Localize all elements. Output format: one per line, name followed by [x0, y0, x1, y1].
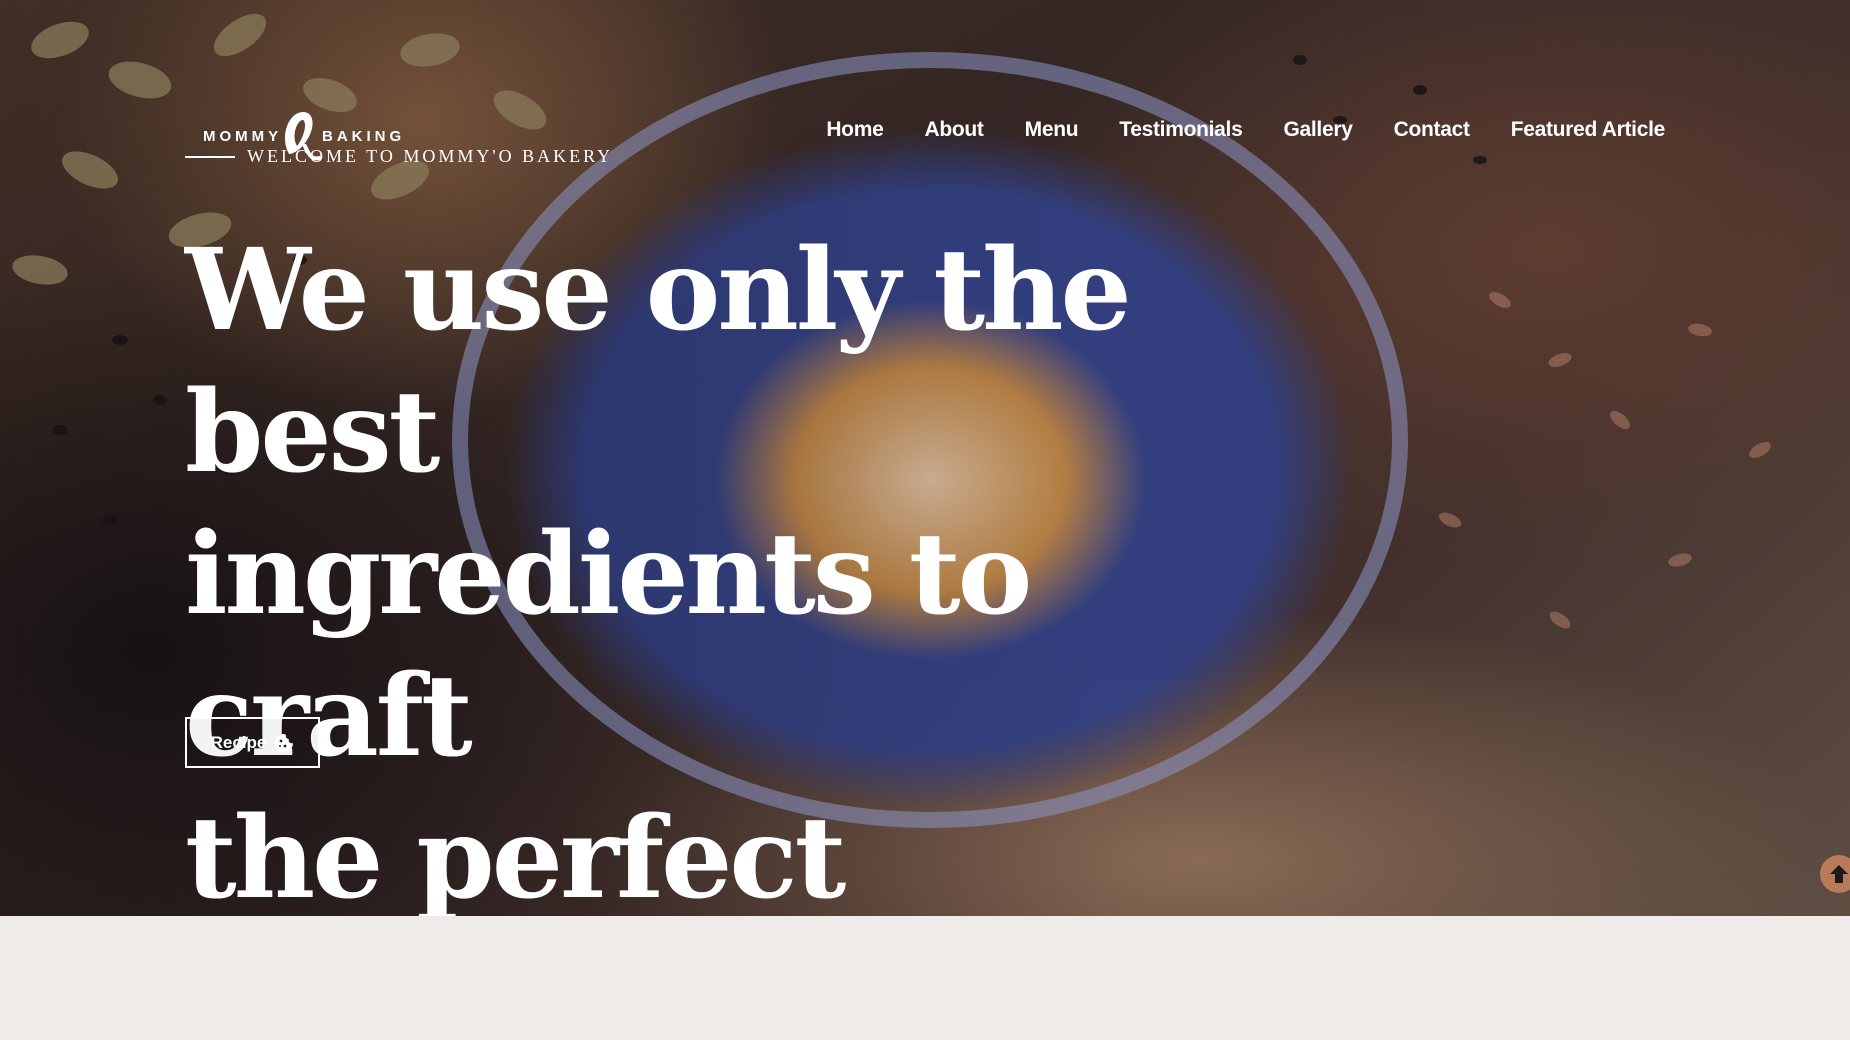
logo[interactable]: MOMMY BAKING WELCOME TO MOMMY'O BAKERY: [185, 100, 610, 170]
nav-home[interactable]: Home: [826, 118, 883, 142]
nav-menu[interactable]: Menu: [1025, 118, 1079, 142]
logo-divider: [185, 156, 235, 158]
logo-tagline: WELCOME TO MOMMY'O BAKERY: [247, 146, 614, 166]
logo-word-right: BAKING: [322, 128, 406, 145]
scroll-to-top-button[interactable]: [1820, 855, 1850, 893]
nav-featured-article[interactable]: Featured Article: [1511, 118, 1666, 142]
headline-line-2: ingredients to craft: [185, 509, 1032, 782]
main-nav: Home About Menu Testimonials Gallery Con…: [826, 118, 1665, 142]
logo-word-left: MOMMY: [203, 128, 283, 145]
hero-section: MOMMY BAKING WELCOME TO MOMMY'O BAKERY H…: [0, 0, 1850, 916]
nav-about[interactable]: About: [924, 118, 983, 142]
headline-line-3: the perfect sweets.: [185, 793, 846, 916]
cookie-icon: [275, 733, 294, 752]
recipe-button-label: Recipe: [210, 732, 267, 752]
headline-line-1: We use only the best: [185, 225, 1132, 498]
arrow-up-icon: [1830, 865, 1848, 883]
nav-contact[interactable]: Contact: [1394, 118, 1470, 142]
hero-headline: We use only the best ingredients to craf…: [185, 220, 1285, 916]
nav-testimonials[interactable]: Testimonials: [1119, 118, 1243, 142]
nav-gallery[interactable]: Gallery: [1283, 118, 1352, 142]
recipe-button[interactable]: Recipe: [185, 717, 320, 768]
